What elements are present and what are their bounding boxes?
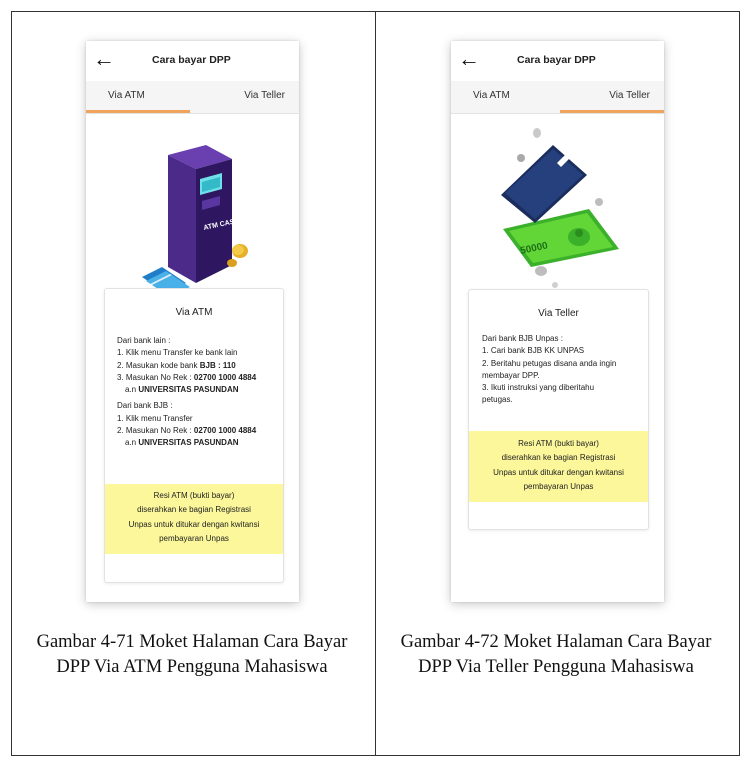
step-line: Dari bank lain : [117, 336, 171, 345]
instruction-card: Via ATM Dari bank lain : 1. Klik menu Tr… [104, 288, 284, 583]
step-line: petugas. [482, 395, 513, 405]
step-line: a.n UNIVERSITAS PASUNDAN [125, 385, 239, 395]
tab-label: Via Teller [244, 90, 285, 101]
step-line: 1. Klik menu Transfer [117, 413, 193, 423]
tab-via-teller[interactable]: Via Teller [193, 81, 300, 113]
app-bar: ← Cara bayar DPP [451, 41, 664, 81]
step-line: membayar DPP. [482, 370, 540, 380]
instruction-card: Via Teller Dari bank BJB Unpas : 1. Cari… [468, 289, 649, 530]
app-title: Cara bayar DPP [152, 54, 231, 66]
tab-via-atm[interactable]: Via ATM [86, 81, 193, 113]
phone-mockup-teller: ← Cara bayar DPP Via ATM Via Teller 5000… [451, 41, 664, 602]
card-title: Via ATM [175, 307, 213, 318]
step-line: 1. Klik menu Transfer ke bank lain [117, 348, 238, 358]
note-line: Unpas untuk ditukar dengan kwitansi [128, 519, 260, 529]
section-bank-bjb: Dari bank BJB : 1. Klik menu Transfer 2.… [117, 400, 281, 449]
figure-caption: Gambar 4-72 Moket Halaman Cara Bayar DPP… [400, 632, 712, 677]
instruction-steps: Dari bank BJB Unpas : 1. Cari bank BJB K… [482, 333, 646, 407]
app-bar: ← Cara bayar DPP [86, 41, 299, 81]
tab-bar: Via ATM Via Teller [86, 81, 299, 114]
step-line: 2. Masukan kode bank BJB : 110 [117, 360, 236, 370]
note-line: pembayaran Unpas [523, 481, 594, 491]
note-line: Resi ATM (bukti bayar) [153, 491, 235, 500]
tab-label: Via Teller [609, 90, 650, 101]
note-line: pembayaran Unpas [159, 533, 229, 543]
step-line: 2. Masukan No Rek : 02700 1000 4884 [117, 426, 257, 436]
instruction-steps: Dari bank lain : 1. Klik menu Transfer k… [117, 335, 281, 454]
note-line: Resi ATM (bukti bayar) [518, 439, 599, 448]
active-tab-indicator [560, 110, 664, 113]
back-arrow-icon[interactable]: ← [458, 47, 480, 71]
step-line: 2. Beritahu petugas disana anda ingin [482, 358, 617, 368]
table-divider [375, 11, 376, 756]
step-line: Dari bank BJB Unpas : [482, 334, 563, 343]
receipt-note: Resi ATM (bukti bayar) diserahkan ke bag… [105, 484, 283, 554]
app-title: Cara bayar DPP [517, 54, 596, 66]
card-and-money-illustration: 50000 [501, 128, 619, 288]
step-line: 3. Ikuti instruksi yang diberitahu [482, 383, 595, 393]
back-arrow-icon[interactable]: ← [93, 47, 115, 71]
section-bank-lain: Dari bank lain : 1. Klik menu Transfer k… [117, 335, 281, 396]
tab-via-atm[interactable]: Via ATM [451, 81, 558, 113]
step-line: Dari bank BJB : [117, 401, 173, 411]
tab-via-teller[interactable]: Via Teller [558, 81, 664, 113]
step-line: 3. Masukan No Rek : 02700 1000 4884 [117, 372, 257, 382]
active-tab-indicator [86, 110, 190, 113]
receipt-note: Resi ATM (bukti bayar) diserahkan ke bag… [469, 431, 648, 502]
figure-caption: Gambar 4-71 Moket Halaman Cara Bayar DPP… [36, 632, 348, 677]
card-title: Via Teller [538, 308, 579, 319]
step-line: a.n UNIVERSITAS PASUNDAN [125, 438, 239, 448]
note-line: diserahkan ke bagian Registrasi [137, 505, 251, 515]
note-line: Unpas untuk ditukar dengan kwitansi [493, 467, 624, 477]
phone-mockup-atm: ← Cara bayar DPP Via ATM Via Teller ATM … [86, 41, 299, 602]
tab-label: Via ATM [108, 90, 145, 101]
note-line: diserahkan ke bagian Registrasi [501, 453, 616, 463]
tab-label: Via ATM [473, 90, 510, 101]
tab-bar: Via ATM Via Teller [451, 81, 664, 114]
step-line: 1. Cari bank BJB KK UNPAS [482, 346, 585, 356]
